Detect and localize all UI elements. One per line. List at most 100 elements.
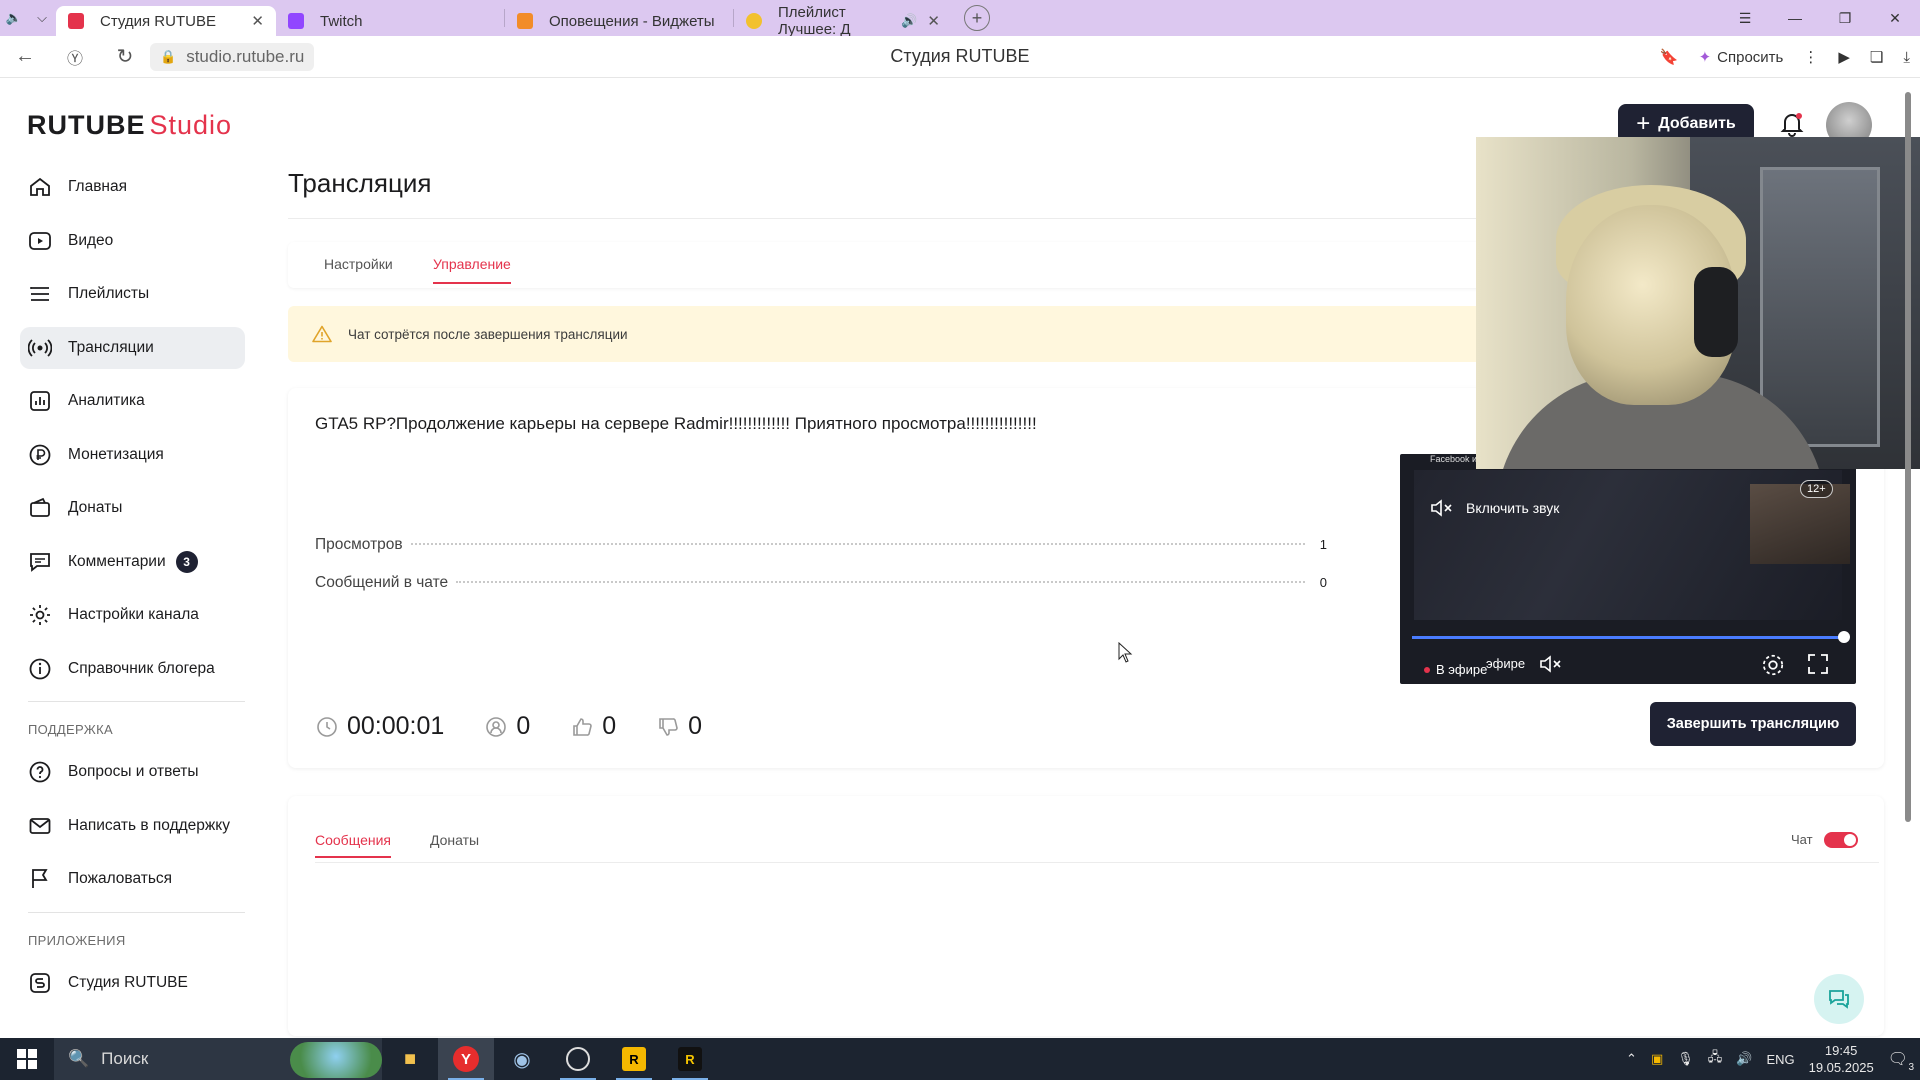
reload-icon[interactable]: ↻ [100, 44, 150, 69]
close-tab-icon[interactable]: ✕ [251, 12, 264, 30]
browser-tab-alerts[interactable]: Оповещения - Виджеты [505, 6, 733, 36]
url-field[interactable]: 🔒 studio.rutube.ru [150, 42, 315, 71]
warning-text: Чат сотрётся после завершения трансляции [348, 326, 628, 342]
tab-management[interactable]: Управление [433, 256, 511, 284]
browser-tab-playlist[interactable]: Плейлист Лучшее: Д 🔊 ✕ [734, 4, 952, 38]
sidebar-item-label: Плейлисты [68, 285, 150, 302]
taskbar-search[interactable]: 🔍 Поиск [54, 1038, 382, 1080]
scrollbar-thumb[interactable] [1905, 92, 1911, 822]
taskbar-steam[interactable]: ◉ [494, 1038, 550, 1080]
gear-icon [30, 605, 50, 625]
audio-icon[interactable]: 🔈 [0, 0, 28, 36]
sidebar-item-channel-settings[interactable]: Настройки канала [20, 594, 245, 636]
taskbar-yandex-browser[interactable]: Y [438, 1038, 494, 1080]
restore-icon[interactable]: ❐ [1820, 10, 1870, 27]
muted-speaker-icon [1431, 499, 1452, 517]
broadcast-icon [28, 338, 52, 357]
sidebar-item-analytics[interactable]: Аналитика [20, 380, 245, 422]
start-button[interactable] [0, 1038, 54, 1080]
tabs-menu-chevron-icon[interactable]: ⌵ [28, 0, 56, 36]
taskbar-radmir[interactable]: R [662, 1038, 718, 1080]
browser-tab-twitch[interactable]: Twitch [276, 6, 504, 36]
comments-count-badge: 3 [175, 550, 198, 573]
sidebar-item-label: Видео [68, 231, 114, 249]
sidebar-item-broadcasts[interactable]: Трансляции [20, 326, 245, 369]
unmute-button[interactable]: Включить звук [1430, 498, 1559, 518]
page-scrollbar[interactable] [1904, 92, 1912, 822]
comment-icon [30, 552, 50, 572]
microphone-icon[interactable]: 🎙 [1677, 1051, 1694, 1067]
headset [1694, 267, 1738, 357]
network-icon[interactable]: 🖧 [1708, 1048, 1723, 1070]
back-arrow-icon[interactable]: ← [0, 45, 50, 68]
sidebar-item-playlists[interactable]: Плейлисты [20, 273, 245, 315]
download-icon[interactable]: ⤓ [1903, 49, 1910, 66]
logo-main: RUTUBE [27, 110, 146, 140]
progress-knob[interactable] [1838, 631, 1850, 643]
notifications-icon[interactable]: 🗨 3 [1888, 1049, 1914, 1073]
close-window-icon[interactable]: ✕ [1870, 10, 1920, 27]
minimize-icon[interactable]: — [1770, 10, 1820, 26]
fullscreen-icon[interactable] [1806, 652, 1830, 676]
duration-stat: 00:00:01 [315, 712, 444, 741]
chat-toggle[interactable] [1824, 832, 1858, 848]
sidebar-item-comments[interactable]: Комментарии 3 [20, 541, 245, 583]
browser-menu-icon[interactable]: ☰ [1720, 10, 1770, 27]
taskbar-explorer[interactable]: ■ [382, 1038, 438, 1080]
sidebar-item-blogger-guide[interactable]: Справочник блогера [20, 648, 245, 690]
bookmark-icon[interactable]: 🔖 [1660, 48, 1679, 66]
tab-settings[interactable]: Настройки [324, 256, 393, 272]
close-tab-icon[interactable]: ✕ [927, 12, 940, 30]
plus-icon: + [1636, 110, 1651, 137]
notification-bell-icon[interactable] [1778, 110, 1806, 138]
new-tab-plus-icon[interactable]: + [964, 5, 990, 31]
media-play-icon[interactable]: ▶ [1838, 48, 1850, 66]
stream-preview-player[interactable]: Facebook и Instagram запрещены в РФ 12+ … [1400, 454, 1856, 684]
sidebar-item-label: Написать в поддержку [68, 816, 230, 834]
settings-gear-icon[interactable] [1760, 652, 1786, 678]
taskbar-rockstar[interactable]: R [606, 1038, 662, 1080]
sidebar-item-video[interactable]: Видео [20, 220, 245, 262]
volume-muted-icon[interactable] [1538, 652, 1566, 676]
volume-icon[interactable]: 🔊 [1736, 1051, 1752, 1067]
taskbar-obs[interactable] [550, 1038, 606, 1080]
tray-app-icon[interactable]: ▣ [1651, 1051, 1663, 1067]
sidebar-item-studio-app[interactable]: Студия RUTUBE [20, 962, 245, 1004]
help-chat-button[interactable] [1814, 974, 1864, 1024]
mail-icon [29, 817, 51, 834]
views-stat-row: Просмотров 1 [315, 536, 1327, 554]
clock[interactable]: 19:45 19.05.2025 [1809, 1042, 1874, 1076]
sidebar-item-home[interactable]: Главная [20, 166, 245, 208]
sidebar-item-faq[interactable]: Вопросы и ответы [20, 751, 245, 793]
yandex-home-icon[interactable]: Ⓨ [50, 45, 100, 69]
sidebar-item-label: Студия RUTUBE [68, 973, 188, 991]
player-progress-bar[interactable] [1412, 631, 1850, 643]
windows-logo-icon [17, 1049, 37, 1069]
tab-messages[interactable]: Сообщения [315, 832, 391, 858]
stream-title: GTA5 RP?Продолжение карьеры на сервере R… [315, 414, 1037, 433]
ask-button[interactable]: ✦ Спросить [1699, 48, 1784, 67]
sidebar-item-label: Главная [68, 178, 127, 195]
tab-donations[interactable]: Донаты [430, 832, 479, 848]
collections-icon[interactable]: ❏ [1870, 48, 1883, 66]
unmute-label: Включить звук [1466, 500, 1560, 516]
dotted-leader [410, 543, 1305, 545]
chat-bubbles-icon [1829, 990, 1849, 1009]
more-vertical-icon[interactable]: ⋮ [1803, 48, 1818, 66]
search-label: Поиск [101, 1049, 149, 1068]
playlist-icon [30, 287, 49, 301]
end-broadcast-button[interactable]: Завершить трансляцию [1650, 702, 1856, 746]
tray-expand-chevron-icon[interactable]: ⌃ [1626, 1051, 1637, 1067]
browser-tab-studio[interactable]: Студия RUTUBE ✕ [56, 6, 276, 36]
sidebar-item-donations[interactable]: Донаты [20, 487, 245, 529]
sidebar-item-write-support[interactable]: Написать в поддержку [20, 805, 245, 847]
speaker-icon[interactable]: 🔊 [901, 13, 917, 29]
sidebar-item-monetization[interactable]: Монетизация [20, 434, 245, 476]
browser-tab-label: Twitch [320, 12, 363, 30]
sidebar-divider [28, 701, 245, 702]
views-label: Просмотров [315, 536, 403, 553]
language-indicator[interactable]: ENG [1766, 1052, 1794, 1067]
messages-stat-row: Сообщений в чате 0 [315, 574, 1327, 592]
rutube-studio-logo[interactable]: RUTUBE Studio [27, 110, 232, 141]
sidebar-item-report[interactable]: Пожаловаться [20, 858, 245, 900]
